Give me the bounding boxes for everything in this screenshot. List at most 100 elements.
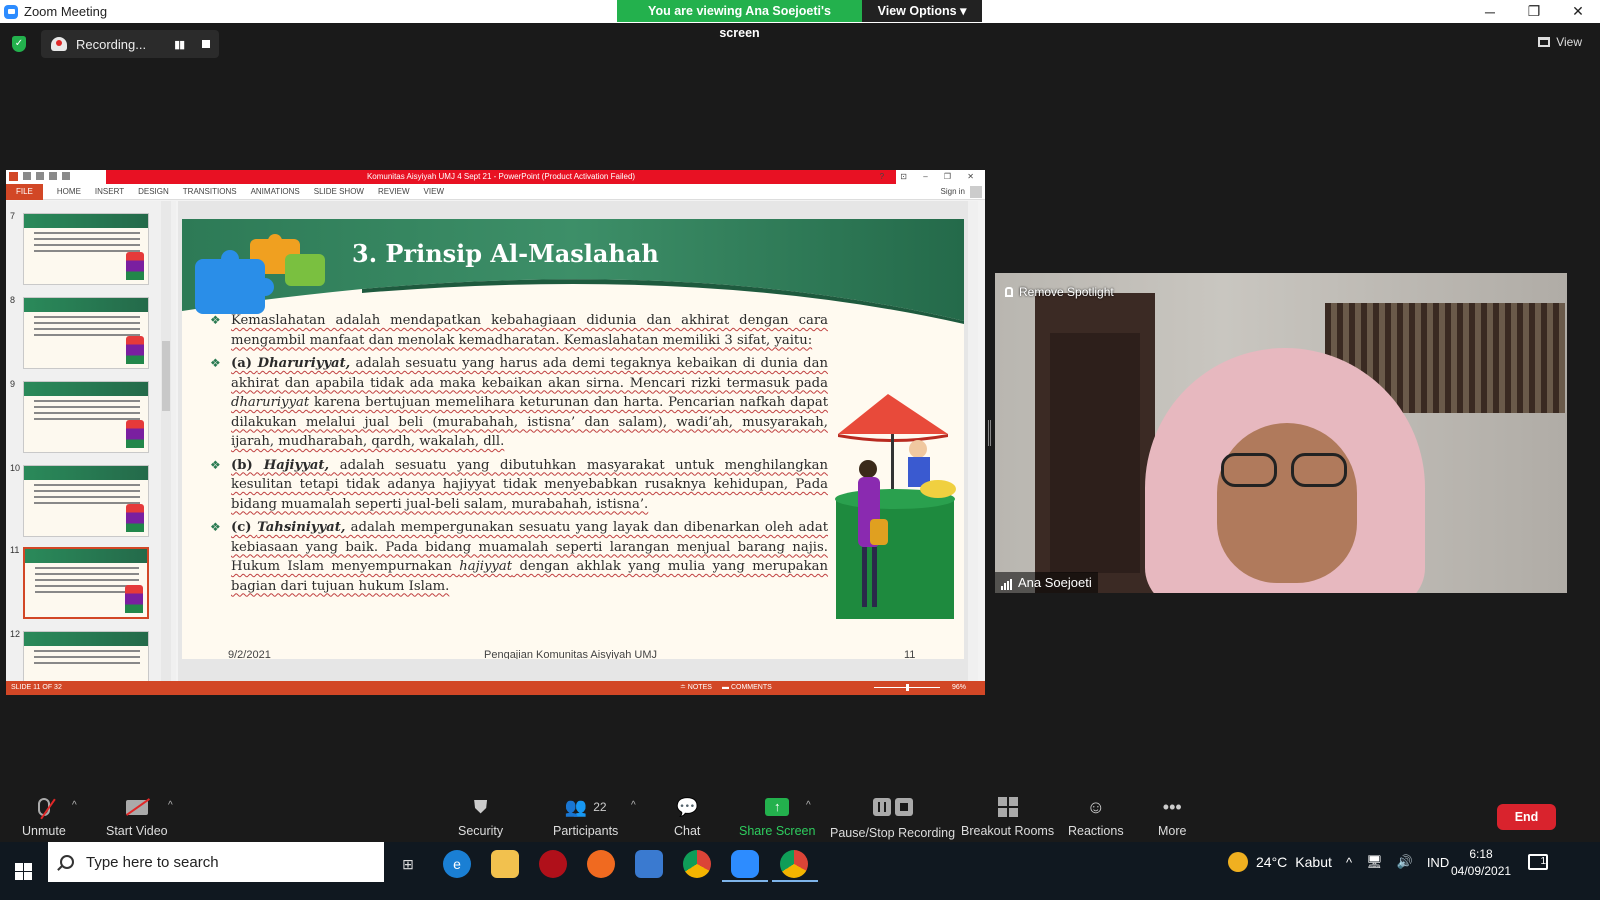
ppt-status-bar: SLIDE 11 OF 32 ≐ NOTES ▬ COMMENTS 96% [6,681,985,695]
input-language[interactable]: IND [1427,855,1449,870]
breakout-rooms-label: Breakout Rooms [961,824,1055,838]
bullet-italic: hajiyyat [459,559,513,574]
ppt-title-bar: Komunitas Aisyiyah UMJ 4 Sept 21 - Power… [6,170,985,184]
ppt-sign-in: Sign in [940,187,965,196]
ppt-tab-slideshow: SLIDE SHOW [313,187,364,196]
slide-title: 3. Prinsip Al-Maslahah [352,239,659,268]
recording-label: Recording... [76,36,147,52]
reactions-button[interactable]: ☺ Reactions [1068,794,1124,839]
clock-time: 6:18 [1469,847,1493,861]
view-options-button[interactable]: View Options ▾ [862,0,982,22]
ppt-tab-design: DESIGN [138,187,169,196]
participants-label: Participants [553,824,619,838]
speaker-video-tile[interactable]: Remove Spotlight Ana Soejoeti [995,273,1567,593]
close-button[interactable]: ✕ [1556,0,1600,23]
chrome-profile-icon[interactable] [780,850,808,878]
start-button[interactable] [0,842,46,900]
redo-icon [49,172,57,180]
share-screen-button[interactable]: ↑ Share Screen [739,794,815,838]
ppt-tab-file: FILE [6,183,43,200]
unmute-button[interactable]: Unmute [22,794,66,838]
weather-widget[interactable]: 24°C Kabut [1228,852,1332,872]
shared-screen[interactable]: Komunitas Aisyiyah UMJ 4 Sept 21 - Power… [6,170,985,695]
network-icon[interactable]: 🖥 [1366,854,1383,870]
notification-count: 1 [1540,856,1546,867]
participants-caret[interactable]: ^ [631,800,636,811]
video-options-caret[interactable]: ^ [168,800,173,811]
thumbnail-number: 12 [10,629,21,639]
zoom-slider [874,684,940,691]
share-options-caret[interactable]: ^ [806,800,811,811]
start-video-button[interactable]: Start Video [106,794,168,838]
slide-footer-text: Pengajian Komunitas Aisyiyah UMJ [484,649,658,659]
slide-count: SLIDE 11 OF 32 [11,684,62,691]
pause-stop-recording-button[interactable]: Pause/Stop Recording [830,794,955,840]
end-meeting-button[interactable]: End [1497,804,1556,830]
restore-button[interactable]: ❐ [1512,0,1556,23]
firefox-icon[interactable] [587,850,615,878]
view-button[interactable]: View [1538,35,1582,49]
panel-splitter-handle[interactable] [988,420,991,446]
slide-footer-page: 11 [904,649,916,659]
minimize-button[interactable]: ─ [1468,0,1512,23]
file-explorer-icon[interactable] [491,850,519,878]
video-glasses-right [1291,453,1347,487]
weather-description: Kabut [1295,854,1332,870]
tray-chevron-up-icon[interactable]: ^ [1346,855,1352,870]
taskbar-search-box[interactable]: Type here to search [48,842,384,882]
window-title: Zoom Meeting [24,4,108,19]
slide-bullet: (b) Hajiyyat, adalah sesuatu yang dibutu… [208,456,828,515]
ppt-user-avatar-icon [970,186,982,198]
ppt-window-title: Komunitas Aisyiyah UMJ 4 Sept 21 - Power… [106,170,896,184]
ppt-window-controls: ? ⊡ – ❐ ✕ [879,172,981,181]
audio-options-caret[interactable]: ^ [72,800,77,811]
breakout-rooms-icon [997,797,1018,817]
encryption-shield-icon[interactable]: ✓ [12,36,26,52]
windows-logo-icon [14,862,32,880]
edge-browser-icon[interactable]: e [443,850,471,878]
thumbnail-number: 10 [10,463,21,473]
ppt-tab-home: HOME [56,187,81,196]
security-button[interactable]: ⛊ Security [458,794,503,839]
slide-thumbnail [23,381,149,453]
thumbnail-number: 7 [10,211,16,221]
viewing-banner-text: You are viewing Ana Soejoeti's screen [617,0,862,40]
clock-date: 04/09/2021 [1451,864,1512,878]
ppt-tab-animations: ANIMATIONS [250,187,300,196]
viewing-banner: You are viewing Ana Soejoeti's screen Vi… [617,0,982,40]
ppt-tab-transitions: TRANSITIONS [182,187,237,196]
participant-name-tag: Ana Soejoeti [995,572,1098,593]
puzzle-pieces-image [195,234,325,314]
bullet-prefix: (c) [231,520,258,535]
slide-thumbnail-selected [23,547,149,619]
taskbar-clock[interactable]: 6:18 04/09/2021 [1451,846,1511,880]
bullet-term: Tahsiniyyat, [257,520,346,535]
antivirus-app-icon[interactable] [539,850,567,878]
chrome-icon[interactable] [683,850,711,878]
pause-recording-icon[interactable]: ▮▮ [174,38,185,51]
ppt-tab-insert: INSERT [94,187,125,196]
windows-taskbar: Type here to search ⊞ e 24°C Kabut ^ 🖥 🔊… [0,842,1600,900]
title-bar: Zoom Meeting You are viewing Ana Soejoet… [0,0,1600,40]
volume-icon[interactable]: 🔊 [1397,854,1413,870]
remove-spotlight-button[interactable]: Remove Spotlight [1005,285,1114,299]
task-view-icon[interactable]: ⊞ [394,850,422,878]
chat-label: Chat [674,824,701,838]
participants-button[interactable]: 👥 22 Participants [553,794,619,839]
bullet-prefix: (b) [231,457,264,473]
window-controls: ─ ❐ ✕ [1468,0,1600,23]
stop-recording-icon[interactable] [202,40,211,48]
zoom-app-icon[interactable] [731,850,759,878]
unmute-label: Unmute [22,824,66,838]
notification-center-icon[interactable]: 1 [1528,854,1548,870]
ppt-tab-view: VIEW [423,187,444,196]
current-slide: 3. Prinsip Al-Maslahah Kemaslahatan adal… [182,219,964,659]
microsoft-store-icon[interactable] [635,850,663,878]
chat-button[interactable]: 💬 Chat [674,794,701,839]
save-icon [23,172,31,180]
breakout-rooms-button[interactable]: Breakout Rooms [961,794,1054,838]
slide-thumbnail-pane: 7 8 9 10 11 12 [6,201,176,695]
undo-icon [36,172,44,180]
pin-icon [1005,287,1013,297]
more-button[interactable]: ••• More [1158,794,1186,839]
